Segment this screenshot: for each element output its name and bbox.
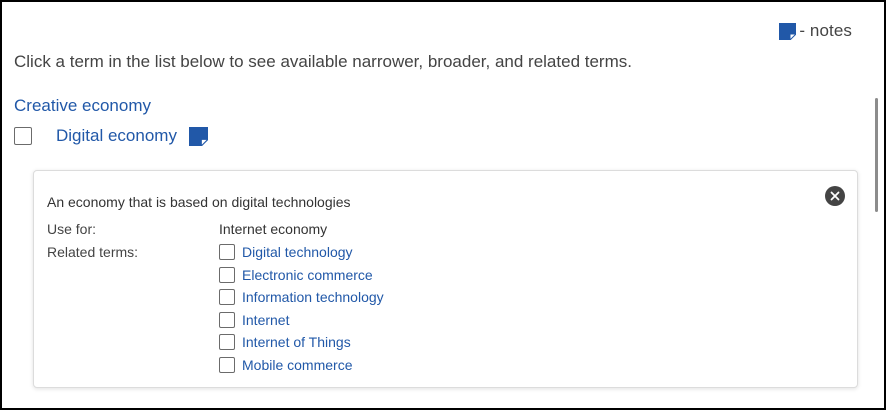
scope-note: An economy that is based on digital tech…: [47, 194, 351, 210]
related-term-link[interactable]: Mobile commerce: [242, 357, 352, 373]
close-icon: [830, 191, 840, 201]
related-term-link[interactable]: Information technology: [242, 289, 384, 305]
related-term-checkbox[interactable]: [219, 266, 235, 283]
related-term-item: Digital technology: [219, 241, 384, 264]
related-term-checkbox[interactable]: [219, 334, 235, 351]
thesaurus-panel: - notes Click a term in the list below t…: [0, 0, 886, 410]
related-term-link[interactable]: Internet of Things: [242, 334, 351, 350]
scrollbar[interactable]: [875, 98, 878, 212]
related-term-item: Internet: [219, 309, 384, 332]
notes-legend-label: - notes: [799, 21, 852, 40]
use-for-value: Internet economy: [219, 221, 328, 237]
term-detail-card: An economy that is based on digital tech…: [33, 170, 858, 388]
related-term-item: Internet of Things: [219, 331, 384, 354]
related-term-checkbox[interactable]: [219, 289, 235, 306]
related-term-link[interactable]: Digital technology: [242, 244, 353, 260]
related-term-item: Electronic commerce: [219, 264, 384, 287]
related-term-item: Mobile commerce: [219, 354, 384, 377]
related-term-checkbox[interactable]: [219, 244, 235, 261]
use-for-label: Use for:: [47, 221, 97, 237]
term-checkbox[interactable]: [14, 127, 32, 145]
selected-term-row: Digital economy: [14, 126, 208, 146]
related-term-checkbox[interactable]: [219, 311, 235, 328]
related-terms-label: Related terms:: [47, 244, 139, 260]
note-icon: [779, 22, 797, 40]
broader-term-link[interactable]: Creative economy: [14, 96, 151, 116]
notes-legend: - notes: [779, 21, 852, 41]
related-term-item: Information technology: [219, 286, 384, 309]
related-term-link[interactable]: Electronic commerce: [242, 267, 373, 283]
selected-term-link[interactable]: Digital economy: [56, 126, 177, 146]
instructions-text: Click a term in the list below to see av…: [14, 52, 632, 71]
related-terms-list: Digital technology Electronic commerce I…: [219, 241, 384, 376]
related-term-checkbox[interactable]: [219, 356, 235, 373]
note-icon[interactable]: [188, 126, 208, 146]
close-button[interactable]: [825, 186, 845, 206]
related-term-link[interactable]: Internet: [242, 312, 289, 328]
